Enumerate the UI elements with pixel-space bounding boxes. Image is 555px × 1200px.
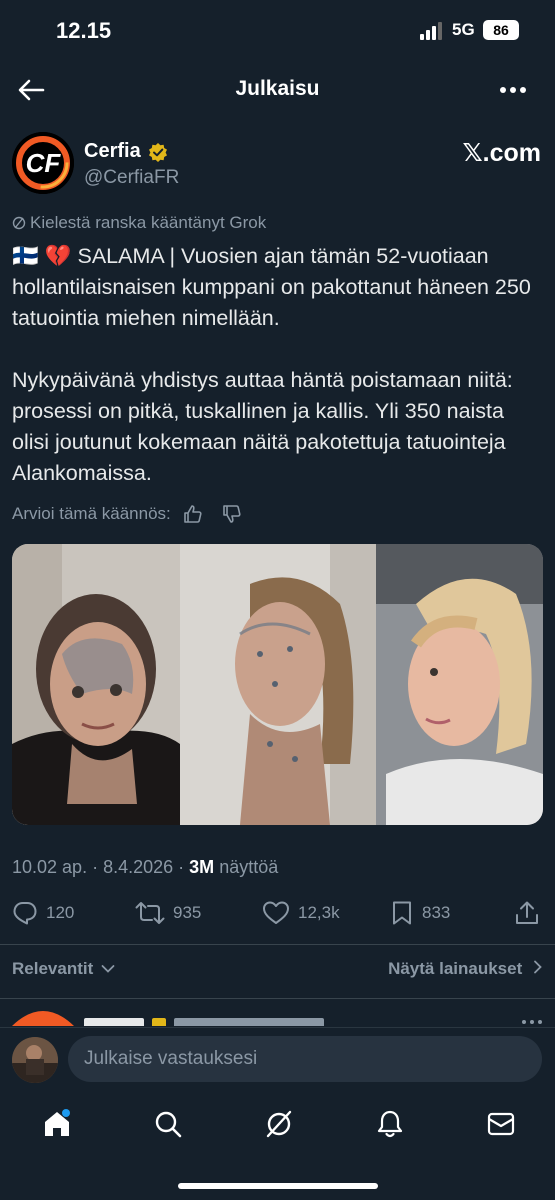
author-avatar[interactable]: CF xyxy=(12,132,74,194)
reply-icon xyxy=(13,902,37,925)
repost-icon xyxy=(135,902,165,924)
more-icon[interactable] xyxy=(494,76,532,104)
top-bar: Julkaisu xyxy=(0,62,555,118)
reply-count: 120 xyxy=(46,903,75,922)
like-count: 12,3k xyxy=(298,903,340,922)
photo-1[interactable] xyxy=(12,544,180,825)
share-button[interactable] xyxy=(514,895,540,931)
thumbs-down-icon[interactable] xyxy=(222,504,242,524)
home-indicator xyxy=(178,1183,378,1189)
views-count[interactable]: 3M xyxy=(189,857,214,877)
page-title: Julkaisu xyxy=(235,77,320,100)
chevron-down-icon xyxy=(101,965,115,973)
reply-preview-clip xyxy=(12,1011,542,1026)
divider xyxy=(0,944,555,945)
reply-sort-bar: Relevantit Näytä lainaukset xyxy=(12,955,543,985)
cerfia-logo: CF xyxy=(12,132,74,194)
source-label: 𝕏.com xyxy=(462,139,542,167)
bookmark-count: 833 xyxy=(422,903,451,922)
bookmark-icon xyxy=(393,901,411,925)
home-icon[interactable] xyxy=(42,1109,72,1139)
relevance-label: Relevantit xyxy=(12,959,94,978)
photo-2[interactable] xyxy=(180,544,376,825)
verified-icon xyxy=(149,143,167,162)
thumbs-up-icon[interactable] xyxy=(183,504,203,524)
views-label: näyttöä xyxy=(219,857,279,877)
translation-note-text: Kielestä ranska kääntänyt Grok xyxy=(30,213,267,232)
grok-icon[interactable] xyxy=(264,1109,294,1139)
post-actions: 120 935 12,3k 833 xyxy=(0,895,555,935)
rate-translation-label: Arvioi tämä käännös: xyxy=(12,503,171,523)
rate-translation: Arvioi tämä käännös: xyxy=(12,503,242,525)
reply-preview[interactable] xyxy=(12,1010,543,1026)
reply-button[interactable]: 120 xyxy=(12,895,74,931)
post-text: 🇫🇮 💔 SALAMA | Vuosien ajan tämän 52-vuot… xyxy=(12,244,531,485)
signal-icon xyxy=(420,22,442,40)
notifications-icon[interactable] xyxy=(375,1109,405,1139)
show-quotes-label: Näytä lainaukset xyxy=(388,959,523,978)
author-handle[interactable]: @CerfiaFR xyxy=(84,167,179,189)
search-icon[interactable] xyxy=(153,1109,183,1139)
author-name[interactable]: Cerfia xyxy=(84,140,141,163)
chevron-right-icon xyxy=(534,960,542,974)
post-time: 10.02 ap. xyxy=(12,857,88,877)
status-bar: 12.15 5G 86 xyxy=(0,0,555,62)
status-time: 12.15 xyxy=(56,18,112,43)
show-quotes-link[interactable]: Näytä lainaukset xyxy=(388,959,543,979)
relevance-dropdown[interactable]: Relevantit xyxy=(12,959,115,979)
logo-text: CF xyxy=(26,148,62,178)
post-media[interactable] xyxy=(12,544,543,825)
repost-count: 935 xyxy=(173,903,202,922)
compose-reply-bar: Julkaise vastauksesi xyxy=(0,1027,555,1097)
battery-indicator: 86 xyxy=(483,20,519,40)
bookmark-button[interactable]: 833 xyxy=(390,895,450,931)
post-date: 8.4.2026 xyxy=(103,857,174,877)
like-icon xyxy=(263,901,289,924)
photo-3[interactable] xyxy=(376,544,543,825)
translate-icon xyxy=(12,216,26,230)
post-author[interactable]: CF Cerfia @CerfiaFR 𝕏.com xyxy=(12,130,543,200)
network-label: 5G xyxy=(452,20,475,39)
translation-note: Kielestä ranska kääntänyt Grok xyxy=(12,213,266,233)
repost-button[interactable]: 935 xyxy=(135,895,201,931)
post-meta: 10.02 ap. · 8.4.2026 · 3M näyttöä xyxy=(12,857,279,877)
divider xyxy=(0,998,555,999)
user-avatar[interactable] xyxy=(12,1037,58,1083)
messages-icon[interactable] xyxy=(486,1109,516,1139)
reply-input[interactable]: Julkaise vastauksesi xyxy=(68,1036,542,1082)
share-icon xyxy=(516,901,538,924)
user-avatar-image xyxy=(12,1037,58,1083)
like-button[interactable]: 12,3k xyxy=(262,895,340,931)
